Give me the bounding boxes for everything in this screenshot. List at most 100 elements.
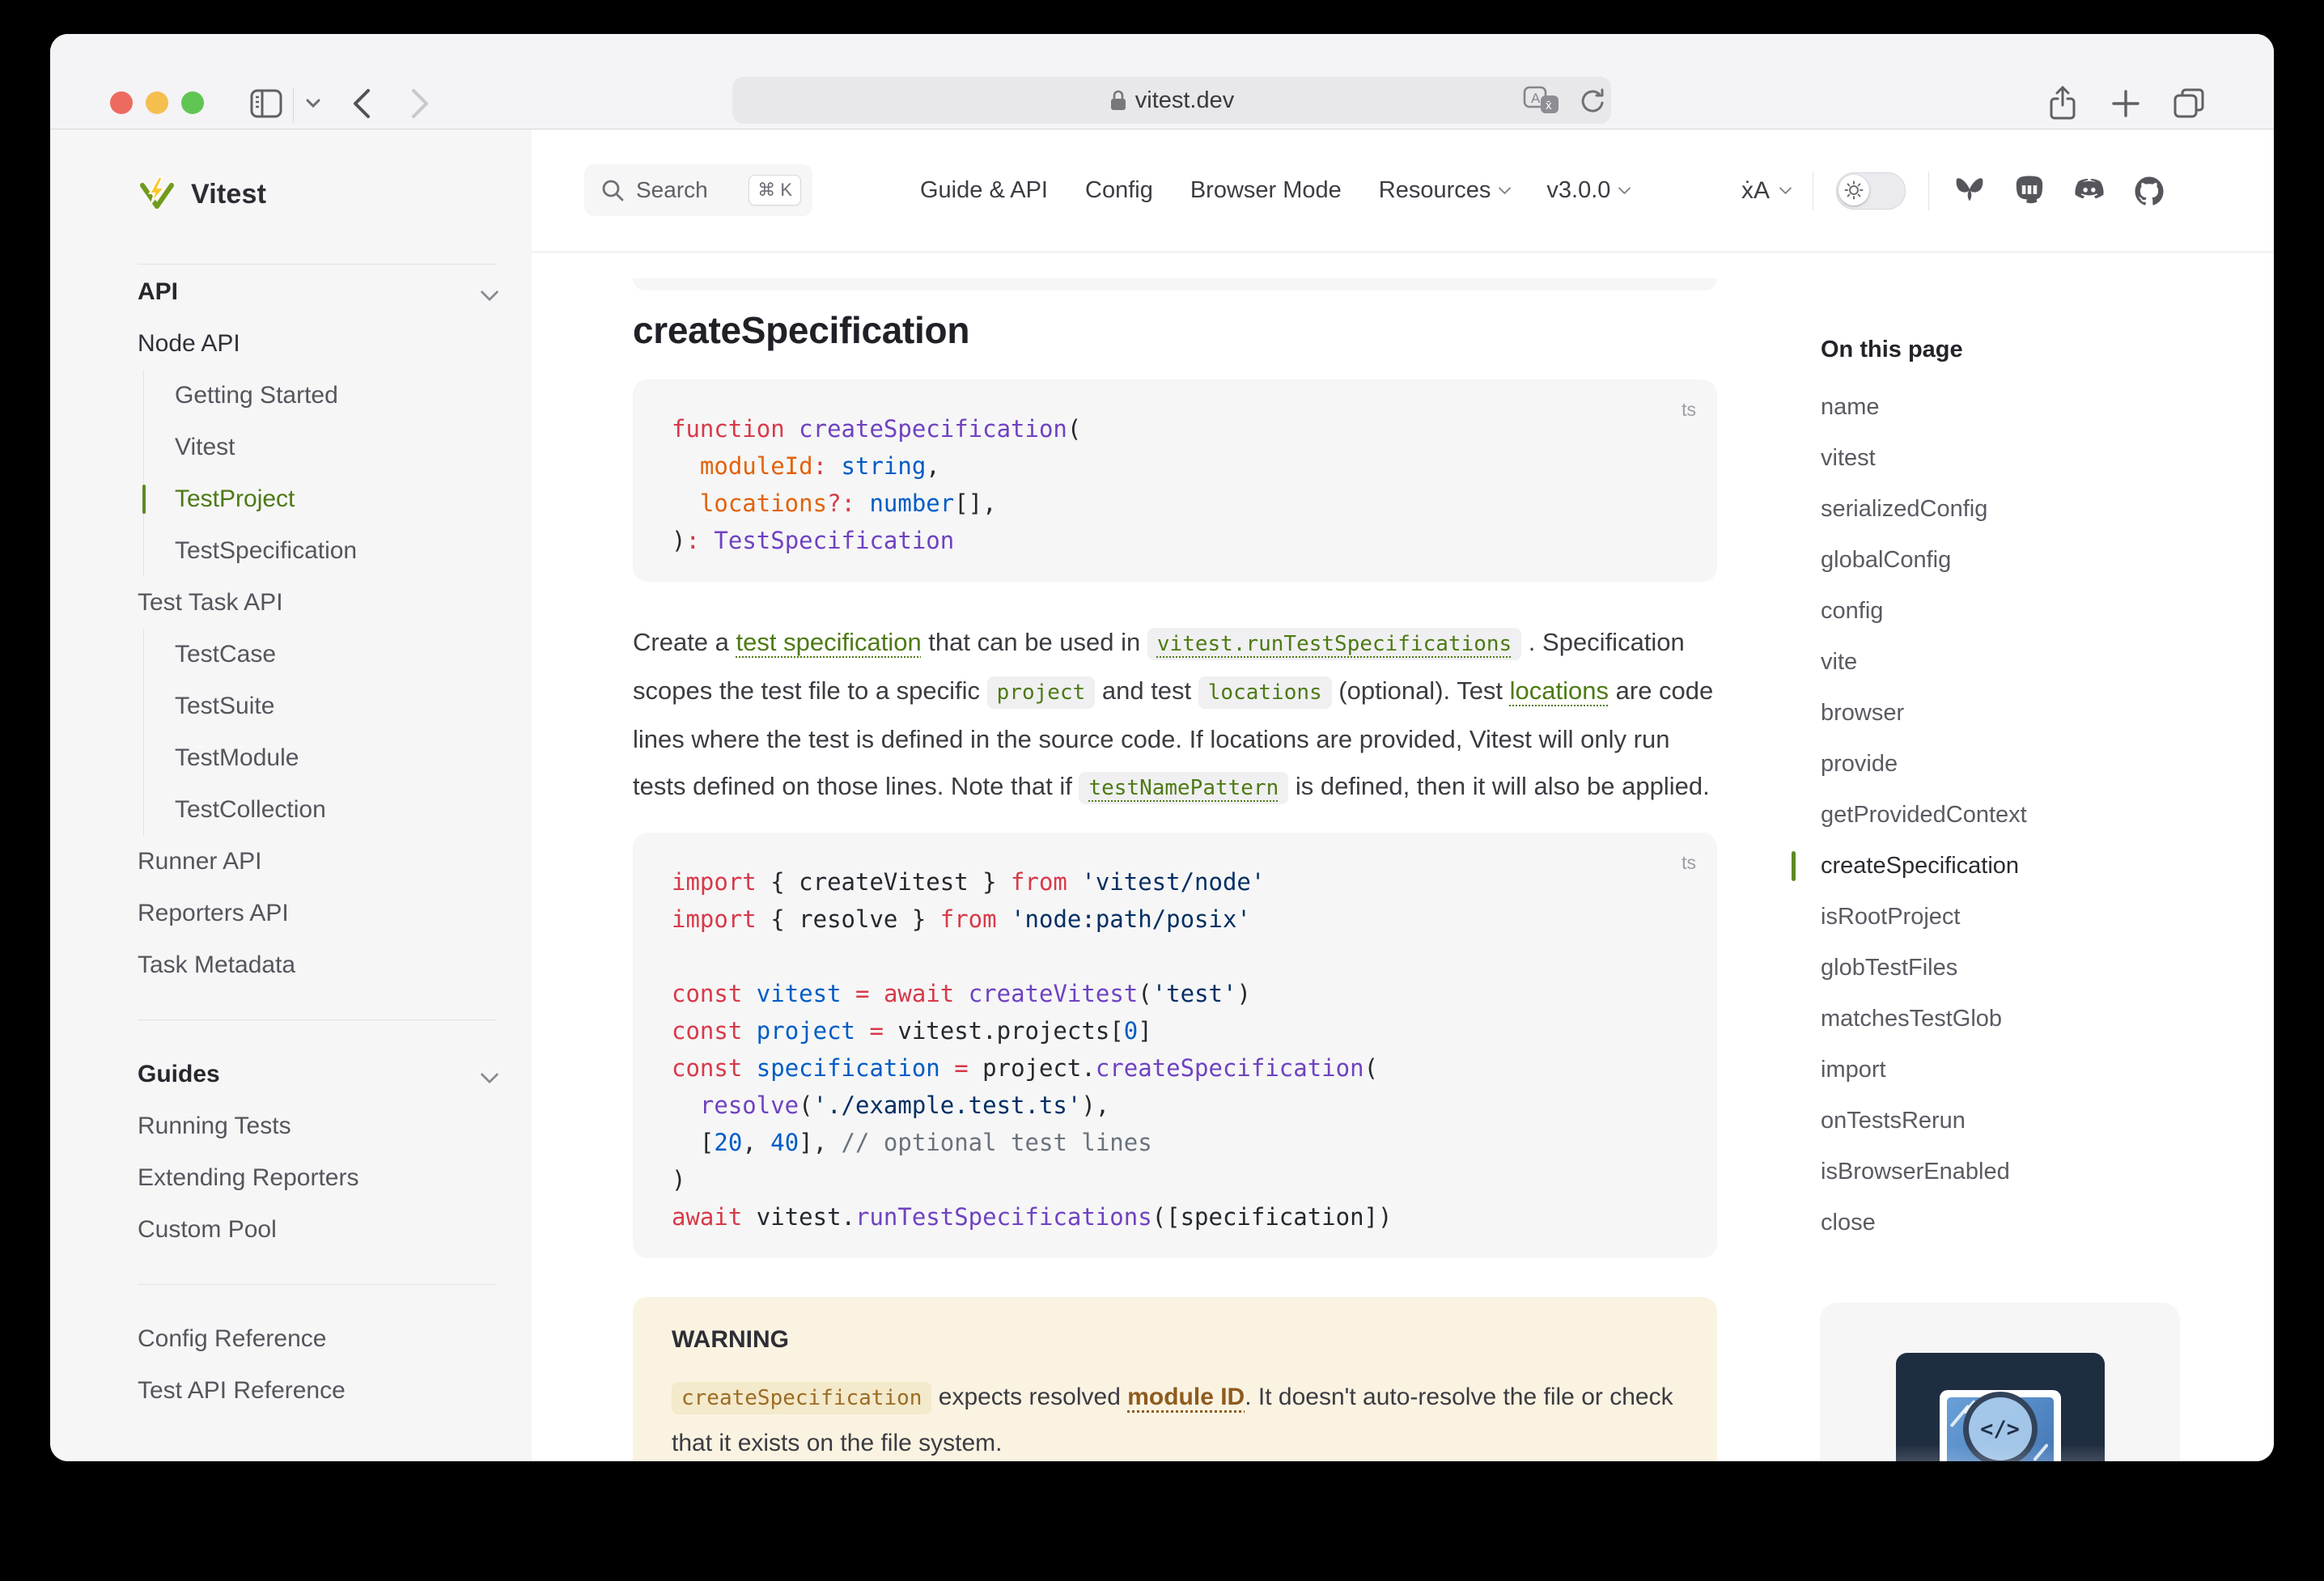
- outline-item-isrootproject[interactable]: isRootProject: [1821, 892, 2209, 943]
- code-token: (: [1138, 980, 1151, 1007]
- nav-link-v3-0-0[interactable]: v3.0.0: [1546, 177, 1629, 204]
- sidebar-item-test-api-reference[interactable]: Test API Reference: [138, 1365, 496, 1417]
- outline-item-provide[interactable]: provide: [1821, 739, 2209, 790]
- bluesky-icon[interactable]: [1952, 173, 1987, 209]
- code-token: (: [799, 1091, 812, 1119]
- warning-title: WARNING: [672, 1326, 1678, 1354]
- new-tab-icon[interactable]: [2107, 85, 2144, 122]
- outline-item-createspecification[interactable]: createSpecification: [1821, 841, 2209, 892]
- outline-item-ontestsrerun[interactable]: onTestsRerun: [1821, 1096, 2209, 1147]
- sidebar-item-reporters-api[interactable]: Reporters API: [138, 888, 496, 939]
- sidebar-item-runner-api[interactable]: Runner API: [138, 836, 496, 888]
- code-token: ),: [1081, 1091, 1109, 1119]
- code-line: ): [672, 1161, 1685, 1198]
- inline-code-link-testnamepattern[interactable]: testNamePattern: [1079, 772, 1288, 804]
- sidebar-item-config-reference[interactable]: Config Reference: [138, 1313, 496, 1365]
- search-input[interactable]: Search ⌘ K: [584, 164, 812, 216]
- nav-link-label: Guide & API: [920, 177, 1048, 204]
- code-token: './example.test.ts': [813, 1091, 1082, 1119]
- sidebar-menu-chevron-icon[interactable]: [295, 85, 332, 122]
- outline-item-name[interactable]: name: [1821, 382, 2209, 433]
- close-window-button[interactable]: [110, 91, 133, 114]
- code-token: 20: [714, 1129, 742, 1156]
- discord-icon[interactable]: [2072, 173, 2107, 209]
- magnifier-code-monitor-illustration-icon: </>: [1896, 1353, 2105, 1461]
- reload-icon[interactable]: [1578, 87, 1607, 117]
- warning-link-module-id[interactable]: module ID: [1127, 1384, 1245, 1410]
- inline-code-locations: locations: [1198, 676, 1332, 709]
- back-button[interactable]: [343, 85, 380, 122]
- code-token: await: [884, 980, 954, 1007]
- sponsor-card[interactable]: </>: [1820, 1303, 2180, 1461]
- inline-link-test-specification[interactable]: test specification: [736, 628, 922, 656]
- mastodon-icon[interactable]: [2012, 173, 2047, 209]
- sidebar-item-label: Vitest: [175, 434, 235, 461]
- sidebar-item-guides[interactable]: Guides: [138, 1049, 496, 1100]
- chevron-down-icon: [481, 1066, 499, 1084]
- sidebar-item-extending-reporters[interactable]: Extending Reporters: [138, 1152, 496, 1204]
- chevron-down-icon: [1618, 182, 1631, 195]
- code-token: import: [672, 868, 757, 896]
- nav-link-config[interactable]: Config: [1085, 177, 1153, 204]
- share-icon[interactable]: [2044, 85, 2081, 122]
- sidebar-item-testsuite[interactable]: TestSuite: [143, 680, 496, 732]
- sun-icon: [1844, 180, 1864, 200]
- code-token: number: [855, 490, 954, 517]
- sidebar-item-testmodule[interactable]: TestModule: [143, 732, 496, 784]
- previous-code-block-tail: [633, 278, 1717, 290]
- zoom-window-button[interactable]: [181, 91, 204, 114]
- language-switcher[interactable]: ẋA: [1741, 177, 1790, 205]
- code-token: ([specification]): [1152, 1203, 1393, 1231]
- outline-item-vitest[interactable]: vitest: [1821, 433, 2209, 484]
- sidebar-item-api[interactable]: API: [138, 266, 496, 318]
- sidebar-item-running-tests[interactable]: Running Tests: [138, 1100, 496, 1152]
- url-text: vitest.dev: [1135, 87, 1235, 114]
- outline-item-isbrowserenabled[interactable]: isBrowserEnabled: [1821, 1147, 2209, 1197]
- code-line: await vitest.runTestSpecifications([spec…: [672, 1198, 1685, 1236]
- code-token: string: [827, 452, 926, 480]
- sidebar-item-vitest[interactable]: Vitest: [143, 422, 496, 473]
- code-line: resolve('./example.test.ts'),: [672, 1087, 1685, 1124]
- code-token: 'node:path/posix': [1011, 905, 1251, 933]
- code-token: [954, 980, 968, 1007]
- sidebar-item-testspecification[interactable]: TestSpecification: [143, 525, 496, 577]
- nav-link-resources[interactable]: Resources: [1379, 177, 1510, 204]
- code-token: [672, 1091, 700, 1119]
- chevron-down-icon: [481, 283, 499, 302]
- outline-item-globalconfig[interactable]: globalConfig: [1821, 535, 2209, 586]
- sidebar-item-testproject[interactable]: TestProject: [143, 473, 496, 525]
- sidebar-item-testcollection[interactable]: TestCollection: [143, 784, 496, 836]
- outline-item-serializedconfig[interactable]: serializedConfig: [1821, 484, 2209, 535]
- sidebar-item-custom-pool[interactable]: Custom Pool: [138, 1204, 496, 1256]
- sidebar-item-testcase[interactable]: TestCase: [143, 629, 496, 680]
- inline-link-locations[interactable]: locations: [1510, 676, 1609, 705]
- tab-overview-icon[interactable]: [2170, 85, 2207, 122]
- nav-link-browser-mode[interactable]: Browser Mode: [1190, 177, 1342, 204]
- sidebar-item-getting-started[interactable]: Getting Started: [143, 370, 496, 422]
- sidebar-item-node-api[interactable]: Node API: [138, 318, 496, 370]
- sidebar-toggle-icon[interactable]: [248, 85, 285, 122]
- outline-item-config[interactable]: config: [1821, 586, 2209, 637]
- code-token: import: [672, 905, 757, 933]
- outline-item-vite[interactable]: vite: [1821, 637, 2209, 688]
- code-language-tag: ts: [1682, 844, 1696, 881]
- sidebar-item-test-task-api[interactable]: Test Task API: [138, 577, 496, 629]
- address-bar[interactable]: vitest.dev: [732, 77, 1611, 124]
- github-icon[interactable]: [2131, 173, 2167, 209]
- sidebar-item-task-metadata[interactable]: Task Metadata: [138, 939, 496, 991]
- inline-code-link-vitest-runtestspecifications[interactable]: vitest.runTestSpecifications: [1147, 628, 1521, 660]
- forward-button[interactable]: [401, 85, 439, 122]
- vitest-logo[interactable]: Vitest: [138, 175, 496, 214]
- outline-item-close[interactable]: close: [1821, 1197, 2209, 1248]
- code-token: vitest.: [742, 1203, 855, 1231]
- minimize-window-button[interactable]: [146, 91, 168, 114]
- outline-item-import[interactable]: import: [1821, 1045, 2209, 1096]
- outline-item-browser[interactable]: browser: [1821, 688, 2209, 739]
- theme-toggle[interactable]: [1836, 172, 1906, 210]
- outline-item-globtestfiles[interactable]: globTestFiles: [1821, 943, 2209, 994]
- outline-item-getprovidedcontext[interactable]: getProvidedContext: [1821, 790, 2209, 841]
- outline-item-matchestestglob[interactable]: matchesTestGlob: [1821, 994, 2209, 1045]
- titlebar-divider: [293, 87, 294, 123]
- nav-link-guide-api[interactable]: Guide & API: [920, 177, 1048, 204]
- translate-icon[interactable]: A x̄: [1523, 86, 1565, 118]
